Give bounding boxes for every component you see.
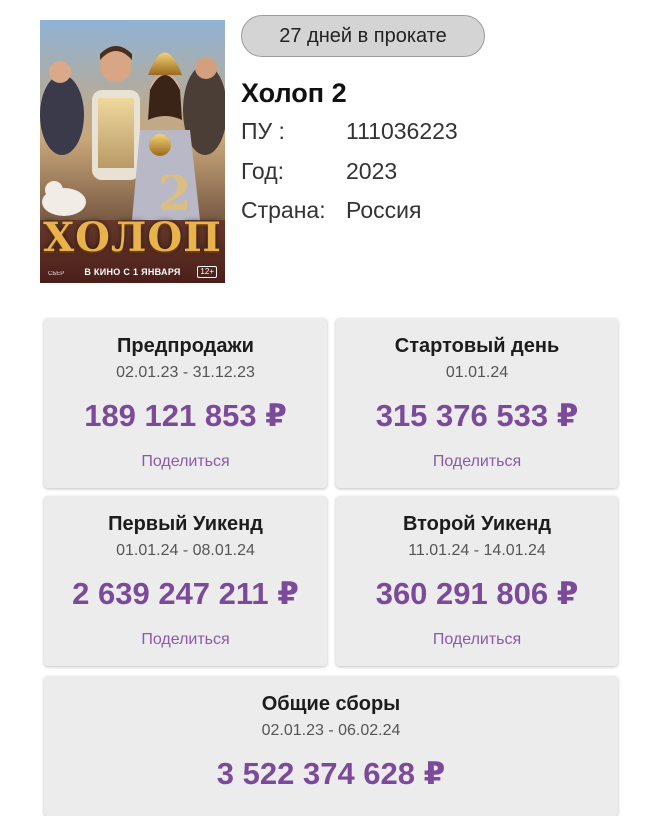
presales-card: Предпродажи 02.01.23 - 31.12.23 189 121 …	[44, 318, 327, 488]
share-button[interactable]: Поделиться	[44, 632, 327, 648]
card-dates: 01.01.24 - 08.01.24	[116, 542, 255, 559]
second-weekend-card: Второй Уикенд 11.01.24 - 14.01.24 360 29…	[336, 496, 618, 666]
age-rating-badge: 12+	[197, 266, 217, 278]
days-in-release-badge: 27 дней в прокате	[241, 15, 485, 57]
days-in-release-text: 27 дней в прокате	[279, 24, 447, 47]
card-dates: 01.01.24	[445, 364, 509, 381]
pu-row: ПУ : 111036223	[241, 120, 458, 143]
year-row: Год: 2023	[241, 160, 397, 183]
movie-poster: 2 ХОЛОП В КИНО С 1 ЯНВАРЯ 12+ СБЕР	[40, 20, 225, 283]
card-title: Первый Уикенд	[108, 513, 263, 535]
opening-day-card: Стартовый день 01.01.24 315 376 533 ₽ По…	[336, 318, 618, 488]
share-button[interactable]: Поделиться	[336, 454, 618, 470]
poster-title: ХОЛОП	[43, 214, 222, 261]
share-button[interactable]: Поделиться	[44, 454, 327, 470]
country-label: Страна:	[241, 197, 326, 223]
pu-value: 111036223	[346, 118, 458, 144]
card-dates: 11.01.24 - 14.01.24	[408, 542, 546, 559]
card-title: Стартовый день	[394, 335, 560, 357]
card-dates: 02.01.23 - 31.12.23	[116, 364, 255, 381]
card-title: Второй Уикенд	[402, 513, 552, 535]
country-value: Россия	[346, 197, 422, 223]
year-label: Год:	[241, 158, 285, 184]
card-dates: 02.01.23 - 06.02.24	[261, 722, 401, 739]
card-amount: 3 522 374 628 ₽	[216, 756, 446, 791]
total-gross-card: Общие сборы 02.01.23 - 06.02.24 3 522 37…	[44, 676, 618, 816]
card-title: Общие сборы	[261, 693, 401, 715]
film-title: Холоп 2	[241, 78, 347, 108]
pu-label: ПУ :	[241, 118, 285, 144]
card-amount: 189 121 853 ₽	[84, 398, 287, 433]
first-weekend-card: Первый Уикенд 01.01.24 - 08.01.24 2 639 …	[44, 496, 327, 666]
share-button[interactable]: Поделиться	[336, 632, 618, 648]
card-amount: 315 376 533 ₽	[375, 398, 579, 433]
year-value: 2023	[346, 158, 398, 184]
sponsor-logo: СБЕР	[48, 271, 65, 277]
card-title: Предпродажи	[117, 335, 254, 357]
country-row: Страна: Россия	[241, 199, 421, 222]
card-amount: 2 639 247 211 ₽	[72, 576, 299, 611]
card-amount: 360 291 806 ₽	[375, 576, 579, 611]
